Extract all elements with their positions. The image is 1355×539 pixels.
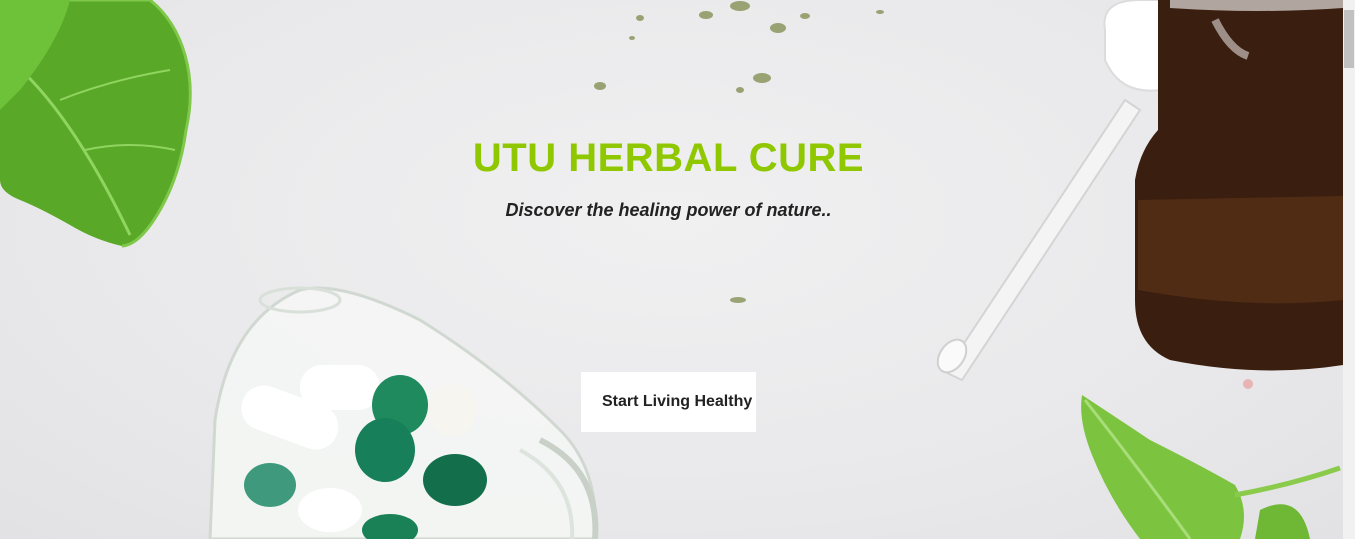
scrollbar-thumb[interactable]: [1344, 10, 1354, 68]
start-living-healthy-button[interactable]: Start Living Healthy: [581, 372, 756, 432]
mint-sprig-image: [1081, 395, 1341, 539]
hero-title: UTU HERBAL CURE: [472, 136, 865, 180]
hero-background-image: [0, 0, 1343, 539]
amber-dropper-bottle-image: [1135, 0, 1343, 371]
hero-subtitle: Discover the healing power of nature..: [505, 200, 832, 220]
hero-section: UTU HERBAL CURE Discover the healing pow…: [0, 0, 1343, 539]
page-scrollbar[interactable]: [1343, 0, 1355, 539]
capsule-bottle-image: [208, 286, 599, 539]
